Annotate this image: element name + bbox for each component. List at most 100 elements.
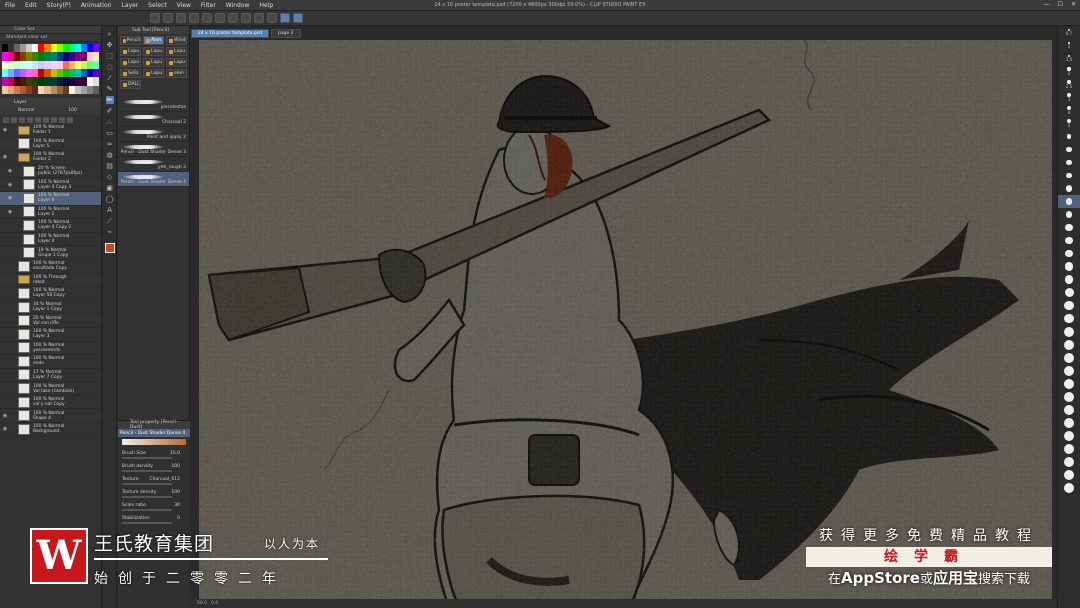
subtool-group[interactable]: Wind [166, 36, 187, 45]
subtool-group[interactable]: Lapu [166, 58, 187, 67]
eye-icon[interactable]: ◉ [5, 209, 15, 215]
document-tab[interactable]: 24 x 16 poster template.psd [191, 29, 269, 38]
layer-row[interactable]: 17 % Normal Layer 7 Copy [0, 369, 101, 383]
color-swatch[interactable] [92, 44, 99, 53]
property-slider[interactable] [122, 496, 172, 498]
brush-size-item[interactable] [1058, 416, 1080, 429]
gradient-icon[interactable]: ▤ [106, 162, 114, 170]
menu-item[interactable]: Help [254, 2, 278, 9]
brush-size-item[interactable] [1058, 442, 1080, 455]
highlight-icon[interactable] [293, 13, 303, 23]
tool-property-row[interactable]: Stabilization 0 [118, 512, 190, 525]
tool-property-row[interactable]: Brush density 100 [118, 460, 190, 473]
brush-size-item[interactable] [1058, 130, 1080, 143]
redo-icon[interactable] [202, 13, 212, 23]
ruler-icon[interactable] [267, 13, 277, 23]
canvas-paper[interactable] [199, 40, 1052, 608]
lock-icon[interactable] [19, 116, 25, 123]
subtool-group[interactable]: Lapu [143, 69, 164, 78]
eye-icon[interactable]: ◉ [5, 195, 15, 201]
brush-size-item[interactable] [1058, 221, 1080, 234]
layer-row[interactable]: ◉ 20 % Screen public (2787px8fps) [0, 165, 101, 179]
brush-item[interactable]: Pencil - Dust Shader Dense 3 [118, 142, 189, 157]
brush-size-item[interactable] [1058, 429, 1080, 442]
layer-row[interactable]: ◉ 100 % Normal Folder 2 [0, 151, 101, 165]
move-icon[interactable]: ✥ [106, 41, 114, 49]
layer-tab[interactable]: Layer [0, 98, 101, 106]
close-button[interactable]: ✕ [1071, 1, 1076, 8]
tool-property-row[interactable]: Texture density 100 [118, 486, 190, 499]
subtool-group[interactable]: Lapu [143, 58, 164, 67]
brush-item[interactable]: Paint and apply 2 [118, 127, 189, 142]
brush-size-item[interactable] [1058, 299, 1080, 312]
maximize-button[interactable]: ☐ [1058, 1, 1063, 8]
undo-icon[interactable] [189, 13, 199, 23]
layer-row[interactable]: 100 % Normal Val take (cambian) [0, 382, 101, 396]
subtool-group[interactable]: Lapu [120, 47, 141, 56]
menu-item[interactable]: Story(P) [42, 2, 76, 9]
brush-size-item[interactable] [1058, 377, 1080, 390]
trash-icon[interactable] [67, 116, 73, 123]
color-swatch[interactable] [92, 77, 99, 86]
new-layer-icon[interactable] [3, 116, 9, 123]
layer-row[interactable]: ◉ 100 % Normal Layer 4 Copy 3 [0, 178, 101, 192]
fill-icon[interactable]: ◍ [106, 151, 114, 159]
ruler-line-icon[interactable]: ⟋ [106, 217, 114, 225]
brush-size-item[interactable] [1058, 325, 1080, 338]
brush-size-item[interactable] [1058, 247, 1080, 260]
brush-size-item[interactable]: 0.7 [1058, 26, 1080, 39]
pencil-icon[interactable]: ✏ [105, 96, 114, 104]
brush-size-item[interactable] [1058, 143, 1080, 156]
layer-row[interactable]: ◉ 100 % Normal Shape 4 [0, 409, 101, 424]
brush-item[interactable]: yeti_rough 2 [118, 157, 189, 172]
snap-icon[interactable] [254, 13, 264, 23]
brush-size-item[interactable] [1058, 312, 1080, 325]
transform-icon[interactable] [228, 13, 238, 23]
subtool-group[interactable]: Lapu [120, 58, 141, 67]
document-tab[interactable]: page 2 [270, 29, 301, 38]
figure-icon[interactable]: ◇ [106, 173, 114, 181]
minimize-button[interactable]: — [1044, 1, 1050, 8]
brush-size-item[interactable] [1058, 156, 1080, 169]
property-value[interactable]: 100 [171, 490, 180, 495]
subtool-tab[interactable]: Sub Tool [Pencil] [118, 26, 189, 34]
brush-size-item[interactable] [1058, 338, 1080, 351]
eye-icon[interactable]: ◉ [5, 168, 15, 174]
property-value[interactable]: 0 [177, 516, 180, 521]
clear-icon[interactable] [215, 13, 225, 23]
text-icon[interactable]: A [106, 206, 114, 214]
brush-size-item[interactable] [1058, 195, 1080, 208]
brush-size-item[interactable]: 1 [1058, 39, 1080, 52]
zoom-value[interactable]: 50.0 [197, 601, 207, 606]
new-folder-icon[interactable] [11, 116, 17, 123]
subtool-group[interactable]: elen [166, 69, 187, 78]
balloon-icon[interactable]: ◯ [106, 195, 114, 203]
correct-icon[interactable]: ⌁ [106, 228, 114, 236]
property-slider[interactable] [122, 457, 172, 459]
property-value[interactable]: 30 [174, 503, 180, 508]
zoom-icon[interactable]: ⌕ [106, 30, 114, 38]
brush-size-item[interactable] [1058, 481, 1080, 494]
property-value[interactable]: Charcoal_612 [149, 477, 180, 482]
color-swatch[interactable] [92, 52, 99, 61]
layer-row[interactable]: 100 % Normal ende [0, 355, 101, 369]
brush-size-item[interactable]: 3 [1058, 91, 1080, 104]
new-icon[interactable] [150, 13, 160, 23]
menu-item[interactable]: Window [221, 2, 255, 9]
layer-row[interactable]: 100 % Normal escultada Copy [0, 260, 101, 274]
menu-item[interactable]: Edit [20, 2, 42, 9]
blend-icon[interactable]: ≈ [106, 140, 114, 148]
subtool-group[interactable]: DALL [120, 80, 141, 89]
brush-size-item[interactable] [1058, 351, 1080, 364]
subtool-group[interactable]: Pencil [120, 36, 141, 45]
colorset-tab[interactable]: Color Set [0, 26, 101, 34]
tool-property-row[interactable]: Brush Size 15.0 [118, 447, 190, 460]
ruler-icon[interactable] [51, 116, 57, 123]
layer-row[interactable]: 19 % Normal Grupo 1 Copy [0, 246, 101, 260]
property-slider[interactable] [122, 522, 172, 524]
save-icon[interactable] [176, 13, 186, 23]
eye-icon[interactable]: ◉ [0, 127, 10, 133]
brush-size-item[interactable]: 4 [1058, 104, 1080, 117]
property-slider[interactable] [122, 509, 172, 511]
layer-row[interactable]: ◉ 100 % Normal Layer 2 [0, 206, 101, 220]
